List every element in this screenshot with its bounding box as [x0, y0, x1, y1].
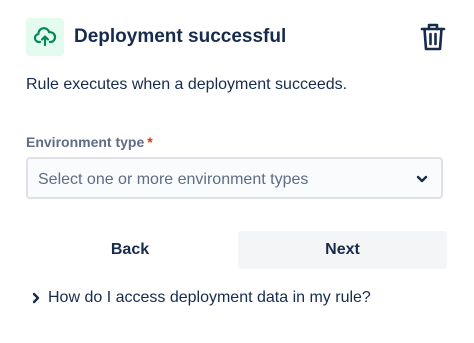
- environment-type-label-text: Environment type: [26, 134, 145, 150]
- next-button[interactable]: Next: [238, 231, 447, 269]
- chevron-right-icon: [32, 292, 40, 304]
- environment-type-label: Environment type *: [26, 134, 153, 150]
- cloud-upload-icon: [26, 18, 64, 56]
- environment-type-placeholder: Select one or more environment types: [38, 171, 309, 188]
- help-question: How do I access deployment data in my ru…: [48, 289, 371, 306]
- delete-button[interactable]: [418, 20, 448, 54]
- rule-title: Deployment successful: [74, 26, 287, 47]
- required-marker: *: [147, 134, 153, 150]
- trash-icon: [420, 23, 446, 51]
- rule-header: Deployment successful: [26, 18, 448, 60]
- rule-description: Rule executes when a deployment succeeds…: [26, 76, 348, 93]
- back-button[interactable]: Back: [26, 231, 234, 269]
- chevron-down-icon: [416, 175, 428, 183]
- environment-type-select[interactable]: Select one or more environment types: [26, 157, 443, 199]
